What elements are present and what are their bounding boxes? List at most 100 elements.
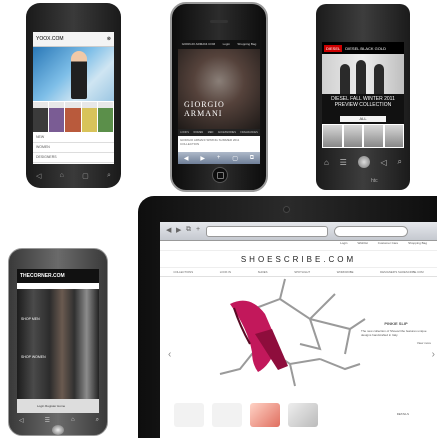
list-item[interactable]: DESIGNERS: [33, 153, 114, 163]
login-link[interactable]: Login: [223, 42, 230, 47]
product-thumbnails: [174, 400, 404, 430]
phone-screen: DIESEL DIESEL BLACK GOLD DIESEL FALL WIN…: [322, 42, 404, 148]
home-icon[interactable]: ⌂: [324, 158, 329, 167]
thumbnail-grid: [322, 124, 404, 148]
site-logo[interactable]: DIESEL: [324, 44, 343, 52]
hero-photo[interactable]: [322, 54, 404, 94]
bookmarks-icon[interactable]: ▢: [232, 155, 238, 162]
pages-icon[interactable]: ⧉: [186, 226, 191, 234]
list-item[interactable]: NEW: [33, 133, 114, 143]
nav-item[interactable]: MEN: [208, 130, 214, 135]
back-icon[interactable]: ◁: [36, 172, 41, 180]
nav-item[interactable]: WOMEN: [193, 130, 203, 135]
earpiece: [210, 20, 228, 23]
footer: Login Register Home: [17, 399, 99, 413]
thumbnail[interactable]: [323, 125, 342, 147]
ipad-shoescribe: ◀ ▶ ⧉ + Login Wishlist Customer Care Sho…: [138, 196, 437, 438]
trackball[interactable]: [357, 156, 370, 168]
back-icon[interactable]: ◀: [166, 226, 171, 234]
camera: [283, 206, 290, 213]
shop-women-link[interactable]: SHOP WOMEN: [21, 355, 46, 359]
forward-icon[interactable]: ▶: [176, 226, 181, 234]
model-figure: [71, 51, 87, 99]
bag-link[interactable]: Shopping Bag: [237, 42, 256, 47]
bag-link[interactable]: Shopping Bag: [408, 241, 427, 250]
thumbnail[interactable]: [97, 102, 114, 132]
phone-screen: YOOX.COM ⊗ NEW WOMEN DESIGNERS: [33, 32, 114, 164]
thumbnail[interactable]: [33, 102, 49, 132]
trackball[interactable]: [52, 425, 64, 435]
hero-logo: GIORGIO ARMANI: [184, 100, 225, 118]
next-arrow-icon[interactable]: ›: [432, 349, 435, 360]
thumbnail[interactable]: [49, 102, 65, 132]
htc-phone-diesel: DIESEL DIESEL BLACK GOLD DIESEL FALL WIN…: [316, 4, 410, 190]
site-header: DIESEL DIESEL BLACK GOLD: [322, 42, 404, 54]
customer-care-link[interactable]: Customer Care: [378, 241, 398, 250]
hardware-keys: ◁ ⌂ ▢ ⌕: [36, 172, 111, 180]
site-logo[interactable]: YOOX.COM: [36, 36, 64, 42]
login-link[interactable]: Login: [340, 241, 347, 250]
thumbnail[interactable]: [364, 125, 383, 147]
phone-screen: GIORGIO ARMANI.COM Login Shopping Bag GI…: [178, 40, 260, 164]
phone-screen: THECORNER.COM SHOP MEN SHOP WOMEN Login …: [17, 269, 99, 413]
nav-item[interactable]: ACCESSORIES: [218, 130, 236, 135]
search-icon[interactable]: ⌕: [107, 172, 111, 180]
back-icon[interactable]: ◁: [381, 158, 387, 167]
menu-list: NEW WOMEN DESIGNERS: [33, 133, 114, 163]
details-link[interactable]: DETAILS: [397, 412, 409, 417]
thumbnail[interactable]: [288, 403, 318, 427]
android-phone-thecorner: THECORNER.COM SHOP MEN SHOP WOMEN Login …: [8, 248, 108, 436]
tablet-screen: ◀ ▶ ⧉ + Login Wishlist Customer Care Sho…: [160, 222, 437, 438]
add-icon[interactable]: +: [196, 226, 200, 233]
nav-item[interactable]: LOOKS: [180, 130, 189, 135]
menu-icon[interactable]: ▢: [82, 172, 89, 180]
shop-men-link[interactable]: SHOP MEN: [21, 317, 40, 321]
site-logo[interactable]: GIORGIO ARMANI.COM: [182, 42, 215, 47]
search-icon[interactable]: ⌕: [96, 417, 99, 424]
home-icon[interactable]: ⌂: [60, 172, 64, 180]
prev-arrow-icon[interactable]: ‹: [168, 349, 171, 360]
menu-icon[interactable]: ☰: [45, 417, 50, 424]
home-icon[interactable]: ⌂: [71, 417, 75, 424]
nav-strip: LOOKS WOMEN MEN ACCESSORIES FRAGRANCES: [178, 129, 260, 136]
add-icon[interactable]: +: [217, 155, 221, 161]
thumbnail[interactable]: [343, 125, 362, 147]
thumbnail-strip: [33, 102, 114, 132]
thumbnail[interactable]: [250, 403, 280, 427]
htc-logo: htc: [371, 178, 378, 184]
pages-icon[interactable]: ⧉: [250, 155, 254, 162]
close-icon[interactable]: ⊗: [107, 36, 111, 42]
home-button[interactable]: [212, 167, 228, 183]
forward-icon[interactable]: ▶: [200, 155, 205, 162]
back-icon[interactable]: ◁: [19, 417, 24, 424]
site-topbar: GIORGIO ARMANI.COM Login Shopping Bag: [178, 40, 260, 49]
thumbnail[interactable]: [174, 403, 204, 427]
address-bar[interactable]: [206, 226, 328, 237]
site-logo[interactable]: THECORNER.COM: [20, 273, 65, 279]
thumbnail[interactable]: [212, 403, 242, 427]
list-item[interactable]: WOMEN: [33, 143, 114, 153]
filter-select[interactable]: ALL: [340, 116, 386, 122]
utility-links: Login Wishlist Customer Care Shopping Ba…: [160, 241, 437, 250]
menu-icon[interactable]: ☰: [340, 158, 347, 167]
hero-banner[interactable]: [33, 47, 114, 101]
sculpture-rods: [219, 278, 366, 387]
hero-image[interactable]: [17, 289, 99, 399]
product-description: The new collection of Shoescribe feature…: [361, 329, 427, 337]
view-more-link[interactable]: View more: [361, 341, 431, 345]
footer-links[interactable]: Login Register Home: [17, 404, 65, 408]
product-title: PINKIE SLIP: [384, 321, 408, 326]
hardware-keys: ⌂ ☰ ◁ ⌕: [324, 156, 402, 168]
thumbnail[interactable]: [65, 102, 81, 132]
wishlist-link[interactable]: Wishlist: [357, 241, 367, 250]
thumbnail[interactable]: [81, 102, 97, 132]
thumbnail[interactable]: [384, 125, 403, 147]
search-icon[interactable]: ⌕: [397, 157, 401, 167]
nav-item[interactable]: FRAGRANCES: [240, 130, 257, 135]
search-input[interactable]: [334, 226, 408, 237]
back-icon[interactable]: ◀: [184, 155, 189, 162]
product-stage: ‹ › PINKIE SLIP The new collection of Sh…: [160, 274, 437, 394]
site-logo[interactable]: SHOESCRIBE.COM: [160, 250, 437, 268]
hardware-keys: ◁ ☰ ⌂ ⌕: [19, 417, 99, 424]
site-header: YOOX.COM ⊗: [33, 32, 114, 47]
